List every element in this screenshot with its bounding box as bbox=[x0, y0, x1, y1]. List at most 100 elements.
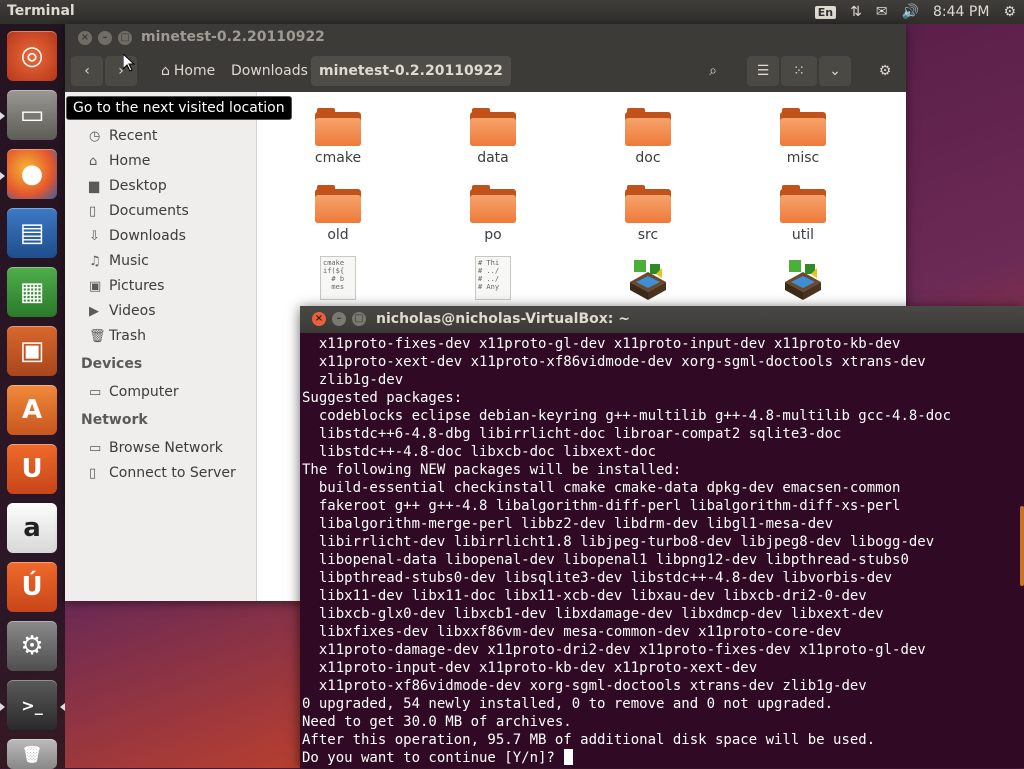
folder-icon bbox=[470, 185, 516, 223]
mouse-pointer-icon bbox=[123, 54, 135, 72]
terminal-line: x11proto-xext-dev x11proto-xf86vidmode-d… bbox=[302, 354, 926, 370]
files-icon[interactable]: ▭ bbox=[7, 90, 57, 140]
sidebar-item-browse-network[interactable]: ▭ Browse Network bbox=[89, 437, 223, 459]
back-button[interactable]: ‹ bbox=[71, 56, 103, 86]
terminal-scrollbar[interactable] bbox=[1020, 506, 1024, 586]
sidebar-item-downloads[interactable]: ⇩ Downloads bbox=[89, 225, 186, 247]
folder-icon bbox=[625, 185, 671, 223]
maximize-icon[interactable]: □ bbox=[352, 312, 366, 326]
firefox-icon[interactable]: ● bbox=[7, 149, 57, 199]
text-file-icon: cmake if(${ # b mes bbox=[320, 256, 356, 300]
breadcrumb-downloads[interactable]: Downloads bbox=[223, 56, 316, 86]
terminal-line: x11proto-input-dev x11proto-kb-dev x11pr… bbox=[302, 660, 758, 676]
list-view-button[interactable]: ☰ bbox=[747, 56, 779, 86]
grid-view-button[interactable]: ⁙ bbox=[781, 56, 817, 86]
breadcrumb-current[interactable]: minetest-0.2.20110922 bbox=[311, 56, 511, 86]
view-options-button[interactable]: ⌄ bbox=[819, 56, 851, 86]
libreoffice-calc-icon[interactable]: ▦ bbox=[7, 267, 57, 317]
active-window-title: Terminal bbox=[7, 3, 75, 19]
sidebar-item-documents[interactable]: ▯ Documents bbox=[89, 200, 189, 222]
network-icon[interactable]: ⇅ bbox=[850, 4, 862, 20]
focused-indicator bbox=[60, 703, 65, 711]
terminal-output[interactable]: x11proto-fixes-dev x11proto-gl-dev x11pr… bbox=[302, 335, 1020, 768]
download-icon: ⇩ bbox=[89, 228, 100, 244]
mail-icon[interactable]: ✉ bbox=[876, 4, 888, 20]
close-icon[interactable]: × bbox=[78, 31, 92, 45]
sidebar-item-home[interactable]: ⌂ Home bbox=[89, 150, 150, 172]
minetest-icon bbox=[626, 256, 670, 300]
sidebar-item-videos[interactable]: ▶ Videos bbox=[89, 300, 156, 322]
folder-icon bbox=[315, 185, 361, 223]
terminal-prompt-line: Do you want to continue [Y/n]? bbox=[302, 749, 1020, 767]
file-item[interactable] bbox=[603, 256, 693, 300]
document-icon: ▯ bbox=[89, 203, 97, 219]
sidebar-item-desktop[interactable]: ▆ Desktop bbox=[89, 175, 167, 197]
keyboard-layout-indicator[interactable]: En bbox=[814, 5, 837, 19]
breadcrumb-home[interactable]: ⌂ Home bbox=[153, 56, 223, 86]
terminal-line: x11proto-xf86vidmode-dev xorg-sgml-docto… bbox=[302, 678, 867, 694]
libreoffice-writer-icon[interactable]: ▤ bbox=[7, 208, 57, 258]
system-settings-icon[interactable]: ⚙ bbox=[7, 621, 57, 671]
folder-item[interactable]: po bbox=[448, 185, 538, 243]
settings-button[interactable]: ⚙ bbox=[869, 56, 901, 86]
minimize-icon[interactable]: – bbox=[332, 312, 346, 326]
terminal-line: build-essential checkinstall cmake cmake… bbox=[302, 480, 901, 496]
search-button[interactable]: ⌕ bbox=[697, 56, 729, 86]
folder-icon bbox=[780, 185, 826, 223]
folder-icon bbox=[315, 108, 361, 146]
home-icon: ⌂ bbox=[161, 63, 170, 79]
text-cursor bbox=[563, 749, 573, 765]
terminal-line: libirrlicht-dev libirrlicht1.8 libjpeg-t… bbox=[302, 534, 935, 550]
text-file-icon: # Thi # ../ # ../ # Any bbox=[475, 256, 511, 300]
file-item[interactable]: cmake if(${ # b mes bbox=[293, 256, 383, 300]
minetest-icon bbox=[781, 256, 825, 300]
file-item[interactable] bbox=[758, 256, 848, 300]
file-item[interactable]: # Thi # ../ # ../ # Any bbox=[448, 256, 538, 300]
sidebar-item-pictures[interactable]: ▣ Pictures bbox=[89, 275, 164, 297]
maximize-icon[interactable]: □ bbox=[118, 31, 132, 45]
trash-icon[interactable]: 🗑 bbox=[7, 739, 57, 769]
amazon-icon[interactable]: a bbox=[7, 503, 57, 553]
software-center-icon[interactable]: A bbox=[7, 385, 57, 435]
clock[interactable]: 8:44 PM bbox=[933, 4, 989, 20]
trash-icon: 🗑 bbox=[89, 328, 106, 344]
file-manager-toolbar: ‹ › ⌂ Home Downloads minetest-0.2.2011092… bbox=[65, 52, 906, 92]
folder-item[interactable]: data bbox=[448, 108, 538, 166]
sidebar-item-recent[interactable]: ◷ Recent bbox=[89, 125, 157, 147]
volume-icon[interactable]: 🔊 bbox=[902, 4, 919, 20]
sidebar-item-computer[interactable]: ▭ Computer bbox=[89, 381, 179, 403]
sidebar-header-network: Network bbox=[81, 412, 148, 428]
folder-icon: ▆ bbox=[89, 178, 99, 194]
terminal-icon[interactable]: >_ bbox=[7, 680, 57, 730]
folder-item[interactable]: old bbox=[293, 185, 383, 243]
launcher: ◎ ▭ ● ▤ ▦ ▣ A U a Ú ⚙ >_ 🗑 bbox=[0, 24, 65, 769]
running-indicator bbox=[0, 172, 5, 180]
folder-item[interactable]: doc bbox=[603, 108, 693, 166]
grid-view-icon: ⁙ bbox=[793, 63, 805, 79]
folder-item[interactable]: src bbox=[603, 185, 693, 243]
folder-item[interactable]: util bbox=[758, 185, 848, 243]
terminal-line: 0 upgraded, 54 newly installed, 0 to rem… bbox=[302, 696, 834, 712]
network-icon: ▭ bbox=[89, 440, 102, 456]
sidebar-item-connect-to-server[interactable]: ▯ Connect to Server bbox=[89, 462, 236, 484]
search-icon: ⌕ bbox=[709, 63, 717, 79]
ubuntu-one-music-icon[interactable]: Ú bbox=[7, 562, 57, 612]
folder-icon bbox=[780, 108, 826, 146]
sidebar-item-trash[interactable]: 🗑 Trash bbox=[89, 325, 146, 347]
sidebar-item-music[interactable]: ♫ Music bbox=[89, 250, 149, 272]
gear-icon: ⚙ bbox=[878, 63, 892, 79]
libreoffice-impress-icon[interactable]: ▣ bbox=[7, 326, 57, 376]
running-indicator bbox=[0, 703, 5, 711]
computer-icon: ▭ bbox=[89, 384, 102, 400]
close-icon[interactable]: × bbox=[312, 312, 326, 326]
window-title: minetest-0.2.20110922 bbox=[141, 29, 325, 45]
terminal-line: fakeroot g++ g++-4.8 libalgorithm-diff-p… bbox=[302, 498, 901, 514]
dash-home-icon[interactable]: ◎ bbox=[7, 31, 57, 81]
minimize-icon[interactable]: – bbox=[98, 31, 112, 45]
folder-item[interactable]: cmake bbox=[293, 108, 383, 166]
system-menu-icon[interactable]: ⚙ bbox=[1003, 4, 1016, 20]
folder-icon bbox=[470, 108, 516, 146]
folder-item[interactable]: misc bbox=[758, 108, 848, 166]
ubuntu-one-icon[interactable]: U bbox=[7, 444, 57, 494]
terminal-line: libxfixes-dev libxxf86vm-dev mesa-common… bbox=[302, 624, 842, 640]
